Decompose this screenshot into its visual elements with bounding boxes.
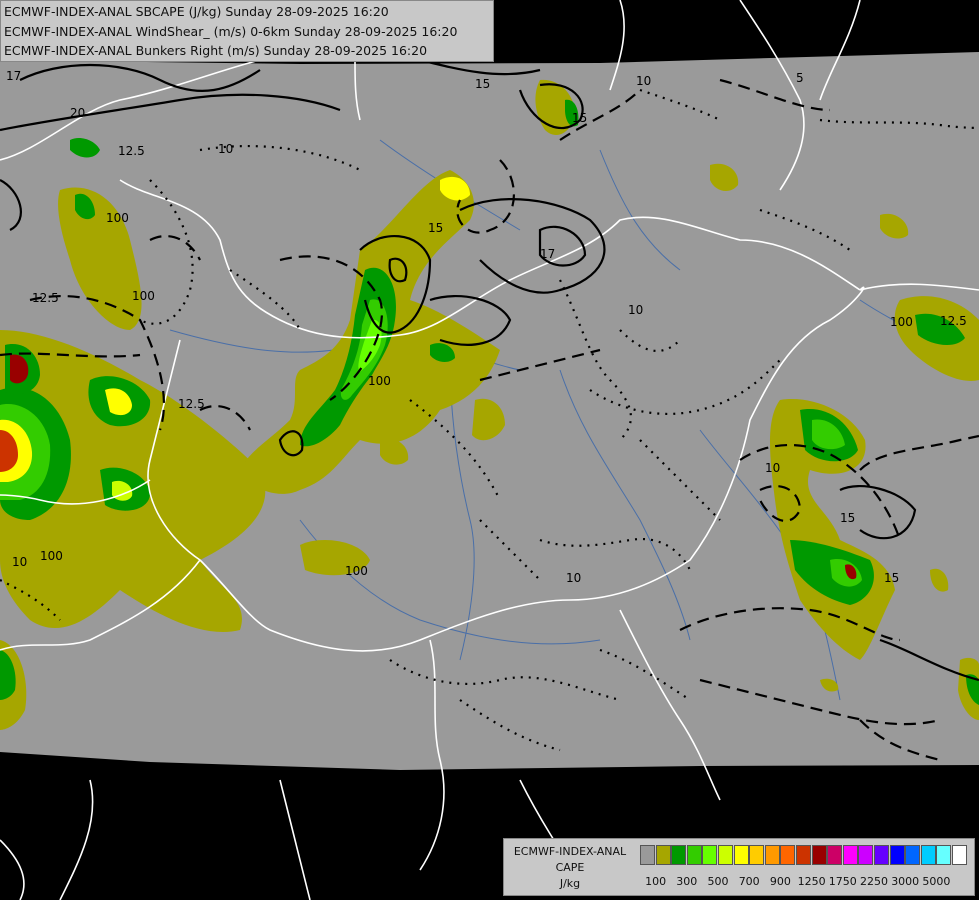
legend-swatch [889, 845, 905, 865]
cape-legend: ECMWF-INDEX-ANAL CAPE J/kg 100 300 500 700 9… [503, 838, 975, 896]
legend-swatch [749, 845, 765, 865]
contour-label: 100 [106, 211, 129, 225]
contour-label: 17 [540, 247, 555, 261]
contour-label: 10 [218, 142, 233, 156]
contour-label: 12.5 [118, 144, 145, 158]
contour-label: 15 [572, 111, 587, 125]
contour-label: 15 [475, 77, 490, 91]
legend-swatch [686, 845, 702, 865]
legend-swatch [655, 845, 671, 865]
legend-swatch [780, 845, 796, 865]
weather-map: 17 20 15 12.5 10 100 12.5 100 15 17 10 1… [0, 0, 979, 900]
contour-label: 10 [628, 303, 643, 317]
legend-tick-label: 300 [676, 875, 698, 888]
legend-title-model: ECMWF-INDEX-ANAL [513, 845, 627, 858]
contour-label: 10 [12, 555, 27, 569]
contour-label: 100 [368, 374, 391, 388]
legend-swatch [640, 845, 655, 865]
legend-swatch [842, 845, 858, 865]
legend-swatch [858, 845, 874, 865]
legend-tick-label: 100 [645, 875, 667, 888]
title-line-bunkers: ECMWF-INDEX-ANAL Bunkers Right (m/s) Sun… [4, 43, 428, 58]
legend-swatch [811, 845, 827, 865]
legend-swatch [920, 845, 936, 865]
contour-label: 15 [428, 221, 443, 235]
legend-swatch [874, 845, 889, 865]
legend-title-units: J/kg [559, 877, 581, 890]
legend-swatch [733, 845, 749, 865]
contour-label: 17 [6, 69, 21, 83]
legend-swatch [827, 845, 843, 865]
legend-tick-label: 2250 [860, 875, 888, 888]
contour-label: 20 [70, 106, 85, 120]
contour-label: 10 [636, 74, 651, 88]
legend-title-variable: CAPE [555, 861, 585, 874]
legend-swatch [796, 845, 811, 865]
contour-label: 15 [840, 511, 855, 525]
contour-label: 15 [884, 571, 899, 585]
title-line-windshear: ECMWF-INDEX-ANAL WindShear_ (m/s) 0-6km … [4, 24, 458, 39]
contour-label: 5 [796, 71, 804, 85]
contour-label: 12.5 [178, 397, 205, 411]
legend-swatch [764, 845, 780, 865]
contour-label: 12.5 [32, 291, 59, 305]
map-title-box: ECMWF-INDEX-ANAL SBCAPE (J/kg) Sunday 28… [0, 0, 494, 62]
legend-swatch [952, 845, 967, 865]
legend-swatch [718, 845, 733, 865]
contour-label: 100 [40, 549, 63, 563]
legend-swatch [702, 845, 718, 865]
contour-label: 100 [890, 315, 913, 329]
legend-swatch [936, 845, 952, 865]
contour-label: 12.5 [940, 314, 967, 328]
contour-label: 10 [765, 461, 780, 475]
legend-swatch [905, 845, 921, 865]
legend-tick-label: 700 [738, 875, 760, 888]
legend-tick-label: 900 [769, 875, 791, 888]
legend-tick-label: 1250 [797, 875, 826, 888]
legend-tick-label: 1750 [828, 875, 857, 888]
legend-tick-label: 3000 [891, 875, 920, 888]
contour-label: 100 [345, 564, 368, 578]
title-line-sbcape: ECMWF-INDEX-ANAL SBCAPE (J/kg) Sunday 28… [4, 4, 389, 19]
legend-swatch [671, 845, 687, 865]
legend-tick-label: 5000 [922, 875, 951, 888]
contour-label: 100 [132, 289, 155, 303]
contour-label: 10 [566, 571, 581, 585]
legend-tick-label: 500 [707, 875, 729, 888]
